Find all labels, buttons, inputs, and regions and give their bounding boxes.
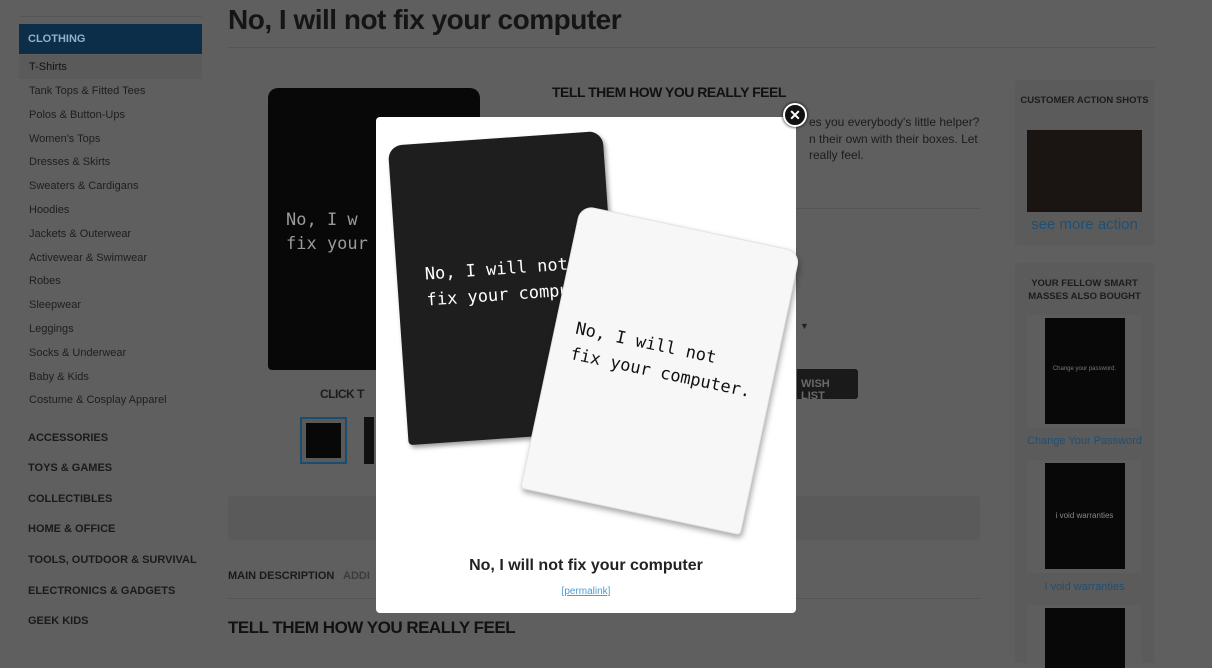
add-to-wishlist-button[interactable]: WISH LIST xyxy=(797,369,858,402)
sidebar-item[interactable]: Sweaters & Cardigans xyxy=(19,180,202,192)
product-heading: TELL THEM HOW YOU REALLY FEEL xyxy=(552,84,786,100)
close-icon[interactable]: ✕ xyxy=(783,103,807,127)
product-image-void-warranties[interactable]: i void warranties xyxy=(1027,460,1142,573)
also-bought-title: YOUR FELLOW SMART MASSES ALSO BOUGHT xyxy=(1028,278,1141,302)
customer-action-shots: CUSTOMER ACTION SHOTS see more action xyxy=(1015,80,1154,245)
product-thumbnail[interactable] xyxy=(300,417,347,464)
lightbox-caption: No, I will not fix your computer xyxy=(469,557,703,574)
permalink-link[interactable]: [permalink] xyxy=(376,586,796,597)
desc-line: es you everybody's little helper? xyxy=(809,115,980,129)
sidebar-section-clothing[interactable]: CLOTHING xyxy=(19,24,202,54)
tab-main-description[interactable]: MAIN DESCRIPTION xyxy=(228,570,334,582)
action-shot-image[interactable] xyxy=(1027,130,1142,212)
sidebar-category[interactable]: COLLECTIBLES xyxy=(28,493,112,505)
sidebar-category[interactable]: ACCESSORIES xyxy=(28,432,108,444)
sidebar-item[interactable]: T-Shirts xyxy=(19,55,202,79)
sidebar-divider xyxy=(19,16,202,17)
action-shots-title: CUSTOMER ACTION SHOTS xyxy=(1020,95,1149,106)
sidebar-item[interactable]: Tank Tops & Fitted Tees xyxy=(19,85,202,97)
product-image[interactable] xyxy=(1027,605,1142,668)
sidebar-item[interactable]: Dresses & Skirts xyxy=(19,156,202,168)
sidebar-item[interactable]: Sleepwear xyxy=(19,299,202,311)
chevron-down-icon[interactable]: ▼ xyxy=(800,321,809,331)
sidebar-item[interactable]: Activewear & Swimwear xyxy=(19,252,202,264)
description-heading: TELL THEM HOW YOU REALLY FEEL xyxy=(228,618,516,637)
shirt-print: No, I w fix your xyxy=(286,210,368,254)
also-bought: YOUR FELLOW SMART MASSES ALSO BOUGHT Cha… xyxy=(1015,263,1154,668)
shirt-print: i void warranties xyxy=(1044,463,1125,569)
sidebar-item[interactable]: Polos & Button-Ups xyxy=(19,109,202,121)
title-divider xyxy=(228,47,1155,48)
sidebar-item[interactable]: Baby & Kids xyxy=(19,371,202,383)
product-link[interactable]: Change Your Password xyxy=(1015,435,1154,447)
sidebar-item[interactable]: Robes xyxy=(19,275,202,287)
tab-additional[interactable]: ADDI xyxy=(343,570,370,582)
sidebar-category[interactable]: HOME & OFFICE xyxy=(28,523,115,535)
sidebar-item[interactable]: Hoodies xyxy=(19,204,202,216)
sidebar-item[interactable]: Women's Tops xyxy=(19,133,202,145)
desc-line: n their own with their boxes. Let xyxy=(809,132,978,146)
product-thumbnail[interactable] xyxy=(364,417,374,464)
product-image-change-password[interactable]: Change your password. xyxy=(1027,315,1142,428)
product-link[interactable]: I void warranties xyxy=(1015,581,1154,593)
divider xyxy=(796,208,980,209)
page-title: No, I will not fix your computer xyxy=(228,4,622,35)
sidebar-item[interactable]: Socks & Underwear xyxy=(19,347,202,359)
sidebar-category[interactable]: TOOLS, OUTDOOR & SURVIVAL xyxy=(28,554,197,566)
click-to-zoom-hint: CLICK T xyxy=(320,387,364,401)
sidebar-item[interactable]: Costume & Cosplay Apparel xyxy=(19,394,202,406)
sidebar-item[interactable]: Jackets & Outerwear xyxy=(19,228,202,240)
see-more-action-link[interactable]: see more action xyxy=(1015,216,1154,233)
sidebar-category[interactable]: ELECTRONICS & GADGETS xyxy=(28,585,175,597)
shirt-print: Change your password. xyxy=(1044,318,1125,424)
sidebar-item[interactable]: Leggings xyxy=(19,323,202,335)
sidebar-category[interactable]: TOYS & GAMES xyxy=(28,462,112,474)
desc-line: really feel. xyxy=(809,148,864,162)
sidebar-category[interactable]: GEEK KIDS xyxy=(28,615,89,627)
